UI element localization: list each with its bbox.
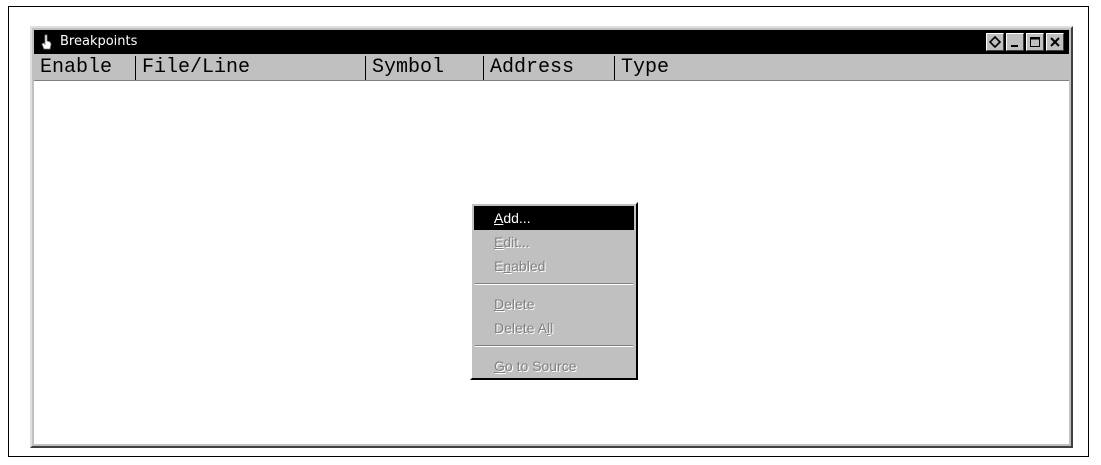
column-header-address[interactable]: Address [484, 56, 615, 80]
maximize-button[interactable] [1026, 33, 1044, 51]
pin-button[interactable] [986, 33, 1004, 51]
menu-item-delete: Delete [494, 296, 535, 312]
menu-item-delete-all: Delete All [494, 320, 554, 336]
menu-item-enabled: Enabled [494, 258, 546, 274]
column-header-file-line[interactable]: File/Line [136, 56, 366, 80]
column-header-symbol[interactable]: Symbol [366, 56, 484, 80]
window-title: Breakpoints [60, 34, 138, 49]
menu-separator [475, 345, 633, 347]
context-menu: Add... Edit... Enabled Delete Delete All… [470, 202, 638, 380]
close-icon [1050, 37, 1060, 47]
column-header-type[interactable]: Type [615, 56, 1065, 80]
menu-item-add[interactable]: Add... [474, 206, 634, 230]
menu-separator [475, 283, 633, 285]
column-header-enable[interactable]: Enable [34, 56, 136, 80]
title-bar[interactable]: Breakpoints [34, 30, 1069, 54]
close-button[interactable] [1046, 33, 1064, 51]
hand-pointer-icon [39, 34, 53, 50]
menu-item-go-to-source: Go to Source [494, 358, 577, 374]
breakpoints-window: Breakpoints Enable File/Line Symbol Addr… [30, 26, 1073, 448]
diamond-pin-icon [988, 35, 1002, 49]
column-header-bar: Enable File/Line Symbol Address Type [34, 56, 1069, 80]
minimize-button[interactable] [1006, 33, 1024, 51]
minimize-icon [1011, 45, 1018, 47]
maximize-icon [1030, 37, 1040, 47]
menu-item-edit: Edit... [494, 234, 530, 250]
